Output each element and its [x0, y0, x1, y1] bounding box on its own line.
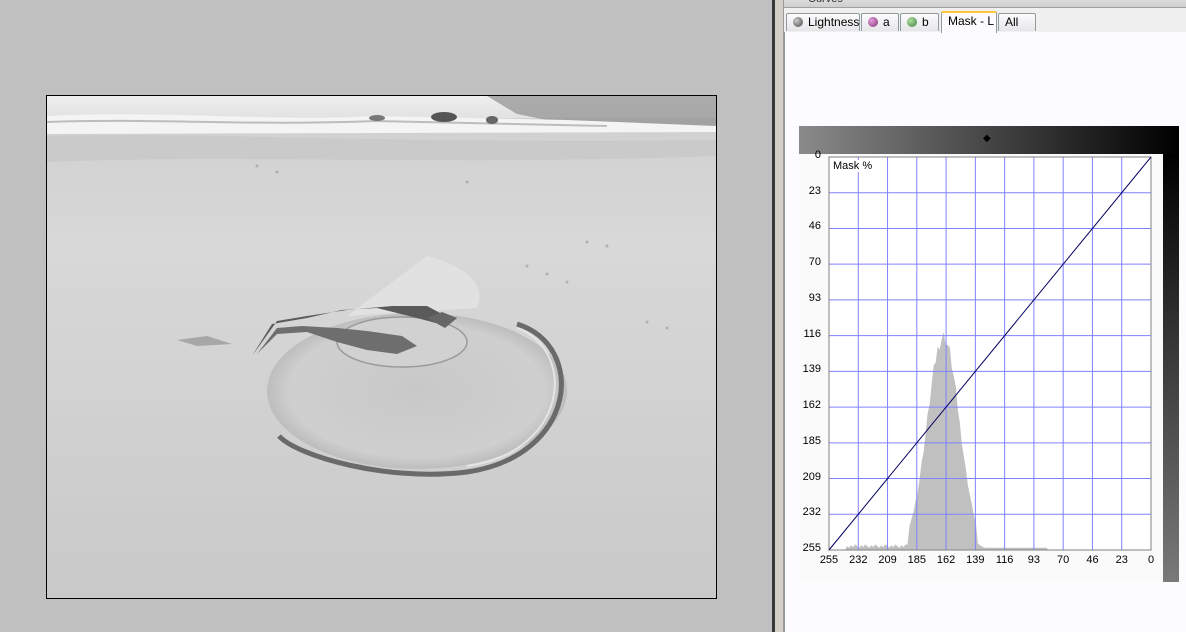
y-tick-label: 70: [808, 256, 821, 269]
tab-lightness[interactable]: Lightness: [786, 13, 860, 31]
curves-panel: Curves Lightness a b Mask - L All ◆: [784, 0, 1186, 632]
tab-label: Mask - L: [948, 14, 995, 28]
y-tick-label: 209: [802, 470, 821, 483]
x-tick-label: 209: [878, 554, 897, 566]
curve-editor[interactable]: Mask % 0 23 46 70 93 116 139 162 185 209 232 255 25…: [799, 149, 1163, 582]
y-tick-label: 162: [802, 399, 821, 412]
tab-b[interactable]: b: [900, 13, 939, 31]
image-canvas: [0, 0, 772, 632]
tab-label: a: [883, 15, 890, 29]
x-tick-label: 139: [966, 554, 985, 566]
tab-label: Lightness: [808, 15, 860, 29]
beach-photo-image: [47, 96, 716, 598]
lightness-icon: [793, 17, 803, 27]
photo[interactable]: [46, 95, 717, 599]
x-tick-label: 70: [1057, 554, 1070, 566]
x-tick-label: 232: [849, 554, 868, 566]
panel-splitter-grip[interactable]: [775, 0, 784, 632]
tab-label: All: [1005, 15, 1019, 29]
y-tick-label: 139: [802, 363, 821, 376]
x-tick-label: 116: [995, 554, 1014, 566]
x-tick-label: 185: [907, 554, 926, 566]
y-tick-label: 46: [808, 220, 821, 233]
x-tick-label: 23: [1115, 554, 1128, 566]
x-tick-label: 93: [1027, 554, 1041, 566]
x-tick-label: 255: [819, 554, 839, 566]
vertical-gradient-bar: [1163, 154, 1179, 582]
tab-label: b: [922, 15, 929, 29]
a-channel-icon: [868, 17, 878, 27]
y-tick-label: 93: [808, 291, 821, 304]
y-tick-label: 255: [802, 542, 821, 554]
mask-label: Mask %: [833, 160, 873, 172]
tab-a[interactable]: a: [861, 13, 899, 31]
panel-title: Curves: [784, 0, 1186, 8]
y-tick-label: 116: [803, 327, 821, 340]
curve-widget: ◆ Mask % 0 23 46 70 93 116 139 162 185 209 232 255 …: [799, 126, 1179, 582]
y-tick-label: 185: [802, 434, 821, 447]
gradient-marker-icon[interactable]: ◆: [983, 134, 993, 144]
tab-mask-l[interactable]: Mask - L: [941, 11, 997, 33]
curve-plot[interactable]: [799, 154, 1163, 582]
x-tick-label: 46: [1086, 554, 1099, 566]
x-tick-label: 162: [936, 554, 956, 566]
x-tick-label: 0: [1147, 554, 1155, 566]
y-tick-label: 0: [814, 149, 821, 161]
tab-content: ◆ Mask % 0 23 46 70 93 116 139 162 185 209 232 255 …: [784, 32, 1186, 632]
b-channel-icon: [907, 17, 917, 27]
channel-tabbar: Lightness a b Mask - L All: [784, 11, 1186, 33]
tab-all[interactable]: All: [998, 13, 1036, 31]
y-tick-label: 23: [808, 184, 821, 197]
y-tick-label: 232: [802, 506, 821, 519]
